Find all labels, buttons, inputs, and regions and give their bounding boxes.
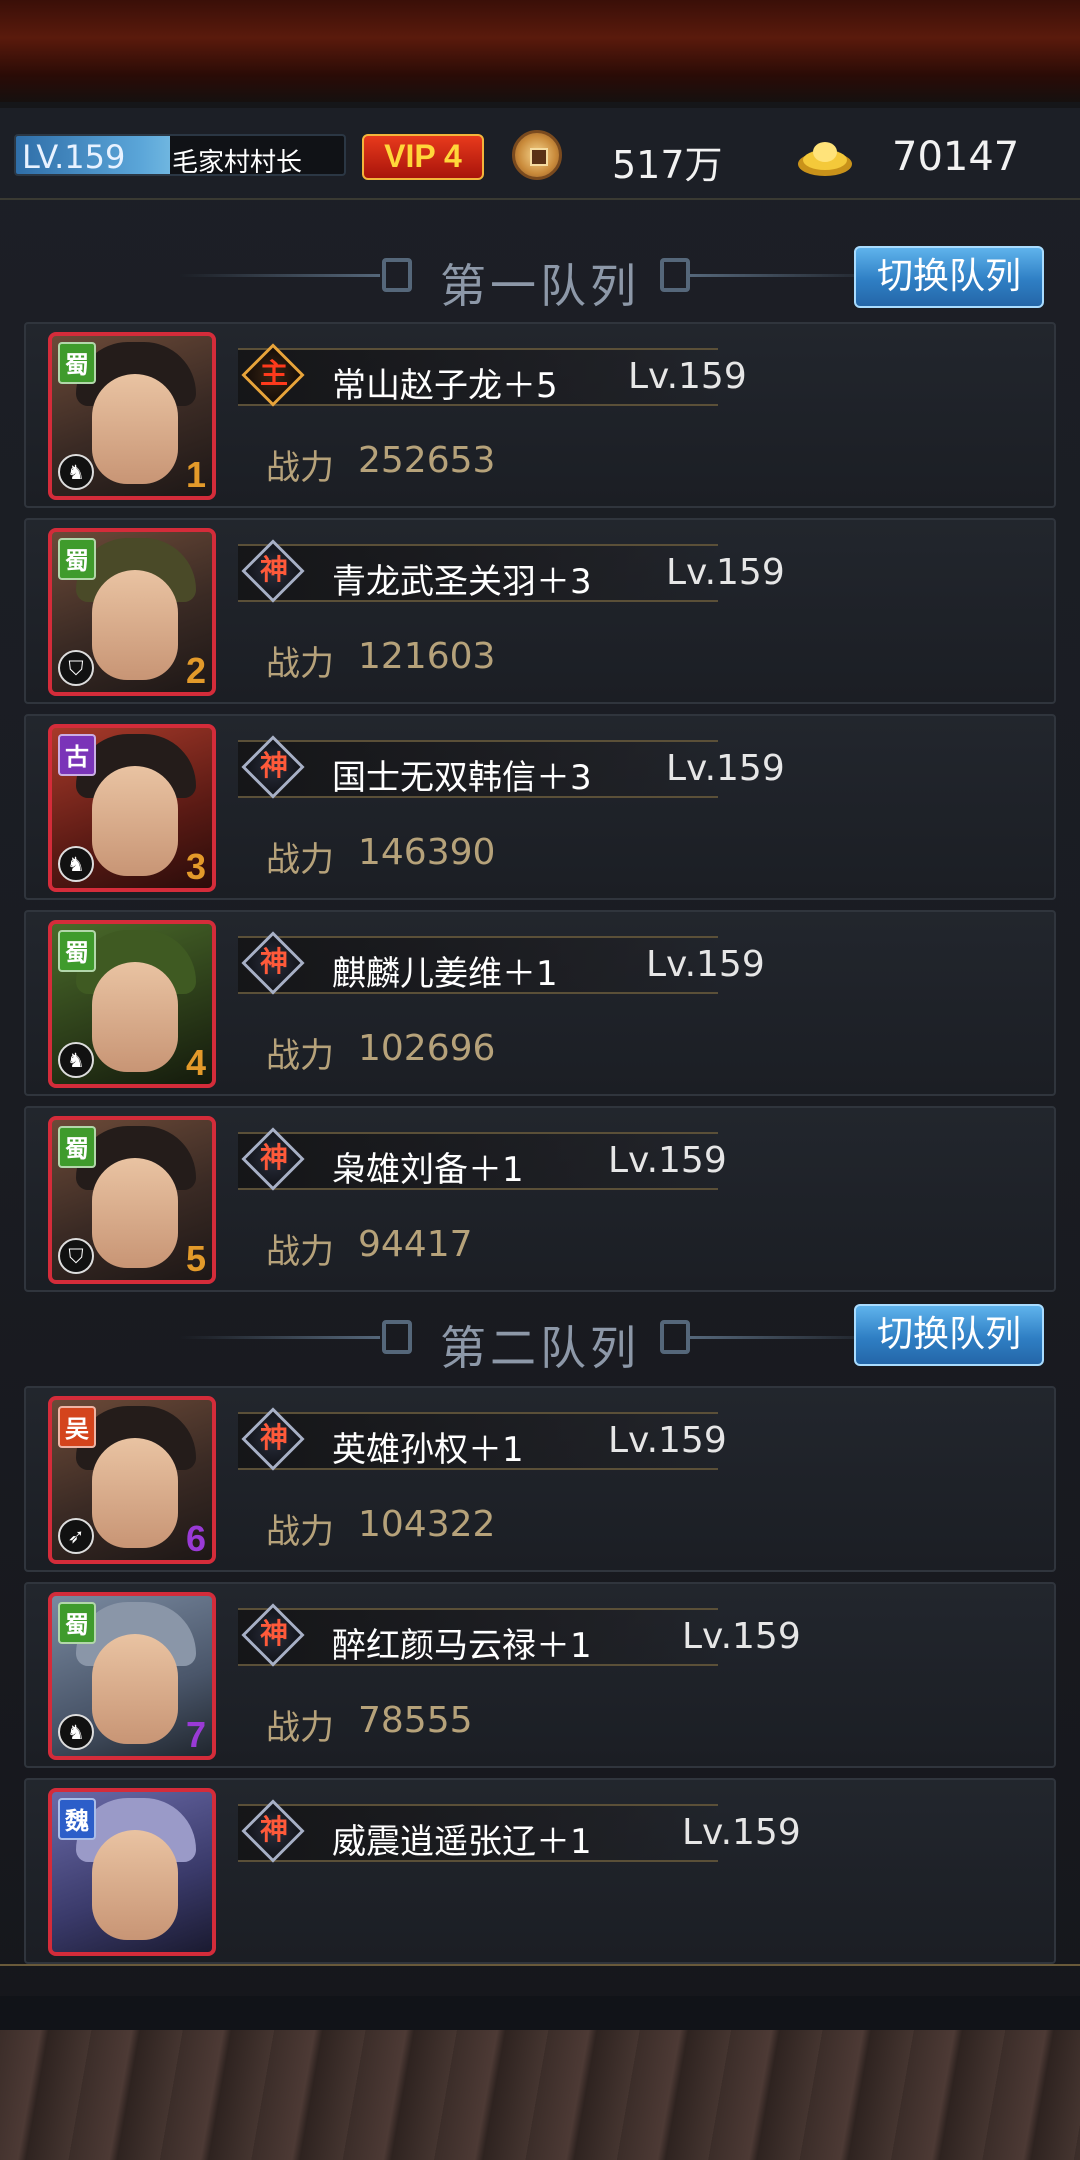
hero-name: 英雄孙权＋1 bbox=[332, 1430, 524, 1470]
power-label: 战力 bbox=[266, 1036, 334, 1076]
power-label: 战力 bbox=[266, 840, 334, 880]
god-rank-icon: 神 bbox=[259, 1813, 288, 1846]
ornament-icon bbox=[382, 258, 412, 292]
hero-name: 醉红颜马云禄＋1 bbox=[332, 1626, 592, 1666]
slot-number: 5 bbox=[185, 1238, 206, 1279]
hero-name: 枭雄刘备＋1 bbox=[332, 1150, 524, 1190]
hero-name: 常山赵子龙＋5 bbox=[332, 366, 558, 406]
power-label: 战力 bbox=[266, 1708, 334, 1748]
hero-level: Lv.159 bbox=[682, 1616, 801, 1657]
section-title-1: 第一队列 bbox=[440, 259, 640, 313]
slot-number: 4 bbox=[185, 1042, 206, 1083]
cavalry-icon: ♞ bbox=[58, 1714, 94, 1750]
slot-number: 3 bbox=[185, 846, 206, 887]
hero-level: Lv.159 bbox=[646, 944, 765, 985]
god-rank-icon: 神 bbox=[259, 1421, 288, 1454]
section-header-1: 第一队列 切换队列 bbox=[0, 236, 1080, 316]
faction-badge: 蜀 bbox=[58, 930, 96, 972]
ornament-icon bbox=[382, 1320, 412, 1354]
ornament-icon bbox=[660, 1320, 690, 1354]
hero-card-2[interactable]: 蜀 ⛉ 2 神 青龙武圣关羽＋3 Lv.159 战力 121603 bbox=[24, 518, 1056, 704]
hero-card-6[interactable]: 吴 ➶ 6 神 英雄孙权＋1 Lv.159 战力 104322 bbox=[24, 1386, 1056, 1572]
hero-portrait: 蜀 ♞ 7 bbox=[48, 1592, 216, 1760]
power-value: 121603 bbox=[358, 636, 496, 677]
power-label: 战力 bbox=[266, 1512, 334, 1552]
hero-level: Lv.159 bbox=[608, 1140, 727, 1181]
hero-portrait: 蜀 ⛉ 2 bbox=[48, 528, 216, 696]
slot-number: 7 bbox=[185, 1714, 206, 1755]
cavalry-icon: ♞ bbox=[58, 454, 94, 490]
faction-badge: 蜀 bbox=[58, 1602, 96, 1644]
cavalry-icon: ♞ bbox=[58, 1042, 94, 1078]
power-value: 146390 bbox=[358, 832, 496, 873]
section-header-2: 第二队列 切换队列 bbox=[0, 1298, 1080, 1378]
power-value: 252653 bbox=[358, 440, 496, 481]
hero-name: 麒麟儿姜维＋1 bbox=[332, 954, 558, 994]
god-rank-icon: 神 bbox=[259, 553, 288, 586]
slot-number: 1 bbox=[185, 454, 206, 495]
switch-team-button-2[interactable]: 切换队列 bbox=[854, 1304, 1044, 1366]
divider-line bbox=[180, 1336, 380, 1339]
shield-icon: ⛉ bbox=[58, 1238, 94, 1274]
hero-portrait: 蜀 ♞ 1 bbox=[48, 332, 216, 500]
hero-level: Lv.159 bbox=[682, 1812, 801, 1853]
faction-badge: 古 bbox=[58, 734, 96, 776]
hero-portrait: 吴 ➶ 6 bbox=[48, 1396, 216, 1564]
hero-level: Lv.159 bbox=[666, 748, 785, 789]
hero-level: Lv.159 bbox=[628, 356, 747, 397]
divider-line bbox=[180, 274, 380, 277]
faction-badge: 蜀 bbox=[58, 538, 96, 580]
god-rank-icon: 神 bbox=[259, 749, 288, 782]
switch-team-button-1[interactable]: 切换队列 bbox=[854, 246, 1044, 308]
faction-badge: 蜀 bbox=[58, 342, 96, 384]
power-label: 战力 bbox=[266, 1232, 334, 1272]
hero-card-7[interactable]: 蜀 ♞ 7 神 醉红颜马云禄＋1 Lv.159 战力 78555 bbox=[24, 1582, 1056, 1768]
team-list[interactable]: 第一队列 切换队列 蜀 ♞ 1 主 常山赵子龙＋5 Lv.159 战力 2526… bbox=[0, 108, 1080, 1996]
faction-badge: 魏 bbox=[58, 1798, 96, 1840]
hero-card-4[interactable]: 蜀 ♞ 4 神 麒麟儿姜维＋1 Lv.159 战力 102696 bbox=[24, 910, 1056, 1096]
team-select-panel: LV.159 毛家村村长 VIP 4 517万 70147 第一队列 切换队列 … bbox=[0, 108, 1080, 2138]
list-bottom-divider bbox=[0, 1964, 1080, 1966]
power-label: 战力 bbox=[266, 448, 334, 488]
god-rank-icon: 神 bbox=[259, 1617, 288, 1650]
power-value: 102696 bbox=[358, 1028, 496, 1069]
hero-name: 威震逍遥张辽＋1 bbox=[332, 1822, 592, 1862]
slot-number: 2 bbox=[185, 650, 206, 691]
hero-name: 青龙武圣关羽＋3 bbox=[332, 562, 592, 602]
hero-portrait: 魏 bbox=[48, 1788, 216, 1956]
lord-rank-icon: 主 bbox=[259, 357, 288, 390]
hero-card-3[interactable]: 古 ♞ 3 神 国士无双韩信＋3 Lv.159 战力 146390 bbox=[24, 714, 1056, 900]
shield-icon: ⛉ bbox=[58, 650, 94, 686]
power-value: 78555 bbox=[358, 1700, 473, 1741]
hero-portrait: 古 ♞ 3 bbox=[48, 724, 216, 892]
top-decoration bbox=[0, 0, 1080, 108]
ornament-icon bbox=[660, 258, 690, 292]
section-title-2: 第二队列 bbox=[440, 1321, 640, 1375]
god-rank-icon: 神 bbox=[259, 945, 288, 978]
hero-level: Lv.159 bbox=[608, 1420, 727, 1461]
bow-icon: ➶ bbox=[58, 1518, 94, 1554]
hero-portrait: 蜀 ⛉ 5 bbox=[48, 1116, 216, 1284]
hero-name: 国士无双韩信＋3 bbox=[332, 758, 592, 798]
faction-badge: 蜀 bbox=[58, 1126, 96, 1168]
wooden-floor bbox=[0, 2030, 1080, 2160]
hero-card-1[interactable]: 蜀 ♞ 1 主 常山赵子龙＋5 Lv.159 战力 252653 bbox=[24, 322, 1056, 508]
hero-level: Lv.159 bbox=[666, 552, 785, 593]
power-value: 104322 bbox=[358, 1504, 496, 1545]
hero-card-5[interactable]: 蜀 ⛉ 5 神 枭雄刘备＋1 Lv.159 战力 94417 bbox=[24, 1106, 1056, 1292]
slot-number: 6 bbox=[185, 1518, 206, 1559]
cavalry-icon: ♞ bbox=[58, 846, 94, 882]
faction-badge: 吴 bbox=[58, 1406, 96, 1448]
god-rank-icon: 神 bbox=[259, 1141, 288, 1174]
power-label: 战力 bbox=[266, 644, 334, 684]
hero-card-8[interactable]: 魏 神 威震逍遥张辽＋1 Lv.159 bbox=[24, 1778, 1056, 1964]
power-value: 94417 bbox=[358, 1224, 473, 1265]
hero-portrait: 蜀 ♞ 4 bbox=[48, 920, 216, 1088]
